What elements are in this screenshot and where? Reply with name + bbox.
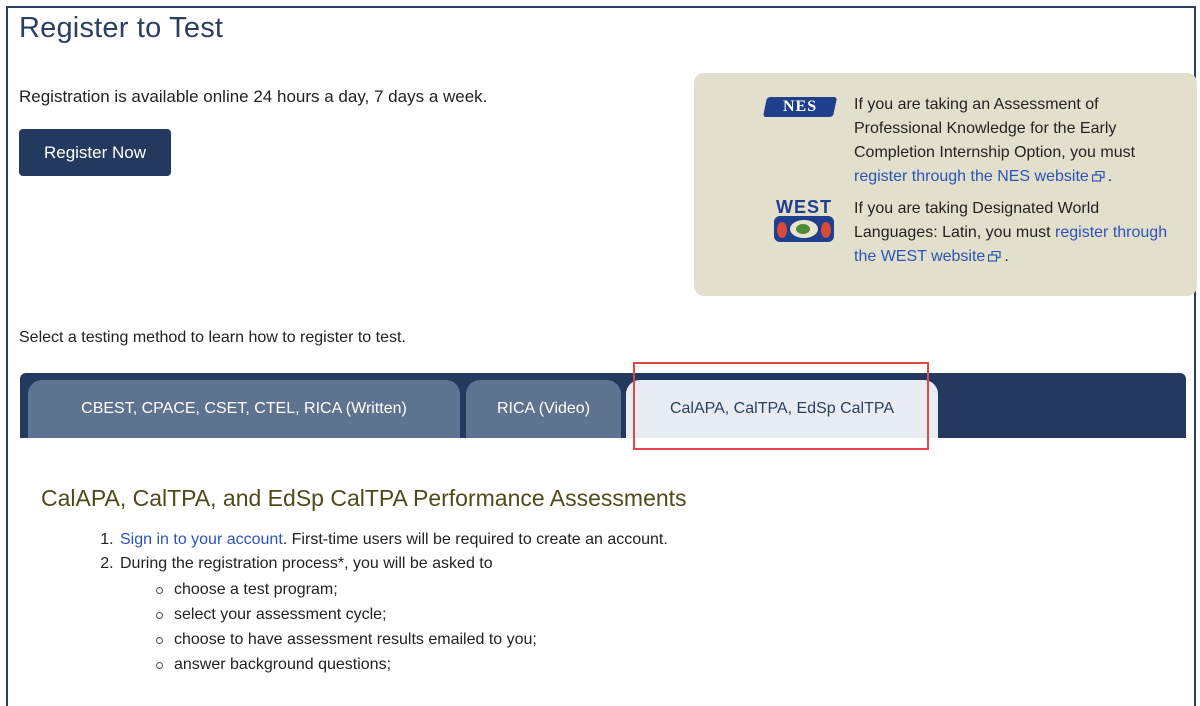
tab-calapa-caltpa[interactable]: CalAPA, CalTPA, EdSp CalTPA [626, 380, 938, 438]
sign-in-link[interactable]: Sign in to your account [120, 531, 283, 548]
registration-steps: Sign in to your account. First-time user… [98, 528, 1118, 677]
availability-text: Registration is available online 24 hour… [19, 87, 488, 106]
page-title: Register to Test [19, 12, 224, 44]
sub-list-item: answer background questions; [156, 652, 1118, 677]
nes-logo-text: NES [782, 98, 818, 115]
nes-info-tail: . [1107, 168, 1113, 185]
nes-logo: NES [762, 97, 838, 117]
sub-list-item: choose a test program; [156, 577, 1118, 602]
nes-info-text: If you are taking an Assessment of Profe… [854, 93, 1184, 189]
section-heading: CalAPA, CalTPA, and EdSp CalTPA Performa… [41, 485, 687, 511]
list-item: Sign in to your account. First-time user… [118, 528, 1118, 552]
select-method-text: Select a testing method to learn how to … [19, 329, 406, 346]
globe-icon [774, 216, 834, 242]
west-info-tail: . [1004, 248, 1009, 265]
west-logo: WEST [769, 194, 839, 246]
west-info-text: If you are taking Designated World Langu… [854, 197, 1184, 269]
external-link-icon [988, 251, 1001, 262]
info-box: NES If you are taking an Assessment of P… [694, 73, 1197, 296]
step2-text: During the registration process*, you wi… [120, 555, 493, 572]
nes-info-body: If you are taking an Assessment of Profe… [854, 96, 1136, 161]
sub-list-item: select your assessment cycle; [156, 602, 1118, 627]
sub-list-item: choose to have assessment results emaile… [156, 627, 1118, 652]
registration-sub-list: choose a test program; select your asses… [120, 577, 1118, 677]
list-item: During the registration process*, you wi… [118, 552, 1118, 677]
nes-register-link[interactable]: register through the NES website [854, 168, 1089, 185]
testing-method-tabs: CBEST, CPACE, CSET, CTEL, RICA (Written)… [20, 373, 1186, 438]
west-logo-text: WEST [776, 197, 832, 217]
tab-rica-video[interactable]: RICA (Video) [466, 380, 621, 438]
tab-cbest-written[interactable]: CBEST, CPACE, CSET, CTEL, RICA (Written) [28, 380, 460, 438]
register-now-button[interactable]: Register Now [19, 129, 171, 176]
external-link-icon [1091, 171, 1105, 182]
step1-text: . First-time users will be required to c… [282, 531, 668, 548]
